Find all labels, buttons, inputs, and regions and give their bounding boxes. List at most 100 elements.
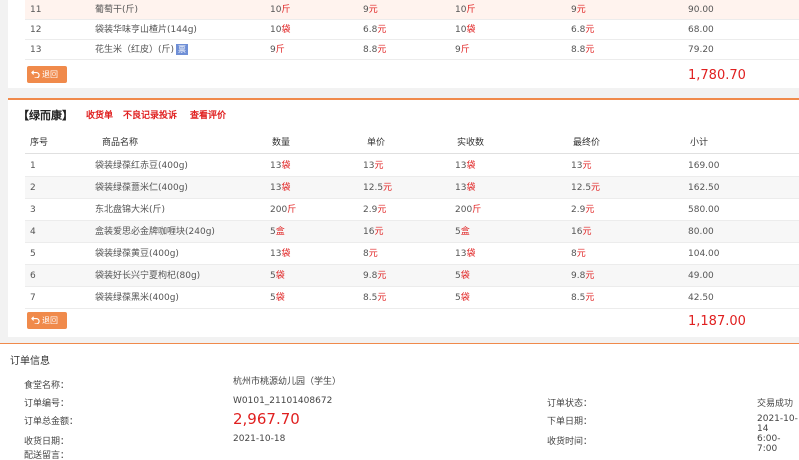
view-review-link[interactable]: 查看评价 [190,108,226,121]
row-subtotal: 90.00 [688,0,714,20]
row-final-unit: 元 [582,161,592,171]
order-date-label: 下单日期： [547,417,593,427]
row-final: 8元 [571,243,586,265]
row-name-value: 袋装绿葆薏米仁(400g) [95,183,188,193]
refund-button[interactable]: 退回 [27,312,67,329]
row-final: 9元 [571,0,586,20]
row-name-value: 花生米（红皮）(斤) [95,45,175,55]
row-subtotal: 162.50 [688,177,720,199]
row-final-unit: 元 [585,25,595,35]
header-qty: 数量 [272,138,291,148]
row-price-value: 12.5 [363,183,384,193]
row-no: 12 [30,20,41,40]
row-subtotal: 68.00 [688,20,714,40]
row-name-value: 袋装华味亨山楂片(144g) [95,25,197,35]
row-qty: 13袋 [270,155,290,177]
row-price: 2.9元 [363,199,386,221]
row-no-value: 1 [30,161,36,171]
row-final-value: 16 [571,227,583,237]
table-row: 12 袋装华味亨山楂片(144g) 10袋 6.8元 10袋 6.8元 68.00 [25,20,799,40]
row-qty-unit: 斤 [275,45,285,55]
table-row: 13 花生米（红皮）(斤) 票 9斤 8.8元 9斤 8.8元 79.20 [25,40,799,60]
recv-date-label: 收货日期： [24,437,70,447]
amount-value: 2,967.70 [233,410,300,428]
row-recv: 200斤 [455,199,481,221]
table-row: 6 袋装好长兴宁夏枸杞(80g) 5袋 9.8元 5袋 9.8元 49.00 [25,265,799,287]
row-subtotal-value: 90.00 [688,5,714,15]
row-qty: 13袋 [270,243,290,265]
row-qty-unit: 斤 [281,5,291,15]
row-qty-value: 200 [270,205,288,215]
row-recv-unit: 斤 [460,45,470,55]
row-recv-unit: 袋 [466,25,476,35]
row-price: 9元 [363,0,378,20]
row-recv: 10袋 [455,20,475,40]
row-name-value: 袋装绿葆红赤豆(400g) [95,161,188,171]
row-recv-value: 200 [455,205,473,215]
row-price-value: 2.9 [363,205,378,215]
row-final-value: 9.8 [571,271,586,281]
order-no-label: 订单编号： [24,399,70,409]
row-subtotal: 49.00 [688,265,714,287]
header-recv: 实收数 [457,138,485,148]
row-final-value: 12.5 [571,183,592,193]
row-name: 袋装华味亨山楂片(144g) [95,20,197,40]
complaint-link[interactable]: 不良记录投诉 [123,108,177,121]
row-final-value: 6.8 [571,25,586,35]
row-no: 3 [30,199,36,221]
row-name: 袋装绿葆黑米(400g) [95,287,179,309]
row-recv: 9斤 [455,40,470,60]
row-price-value: 6.8 [363,25,378,35]
row-final: 6.8元 [571,20,594,40]
row-no: 5 [30,243,36,265]
row-recv-value: 13 [455,249,467,259]
row-price-unit: 元 [368,249,378,259]
row-recv-value: 13 [455,161,467,171]
row-price: 8.8元 [363,40,386,60]
top-refund-button[interactable]: 退回 [27,66,67,83]
row-no: 11 [30,0,41,20]
table-row: 3 东北盘锦大米(斤) 200斤 2.9元 200斤 2.9元 580.00 [25,199,799,221]
row-name-value: 葡萄干(斤) [95,5,139,15]
row-recv-value: 10 [455,25,467,35]
row-final: 12.5元 [571,177,600,199]
row-subtotal-value: 42.50 [688,293,714,303]
row-price-unit: 元 [368,5,378,15]
row-name: 花生米（红皮）(斤) 票 [95,40,189,60]
row-recv-unit: 袋 [466,183,476,193]
row-price: 12.5元 [363,177,392,199]
recv-time-label: 收货时间： [547,437,593,447]
row-price-unit: 元 [377,271,387,281]
amount-label: 订单总金额： [24,417,79,427]
row-qty-value: 10 [270,5,282,15]
supplier-total: 1,187.00 [688,314,746,329]
row-subtotal-value: 49.00 [688,271,714,281]
row-price-value: 16 [363,227,375,237]
row-recv-unit: 斤 [472,205,482,215]
row-subtotal: 104.00 [688,243,720,265]
row-subtotal-value: 580.00 [688,205,720,215]
row-qty-unit: 袋 [281,25,291,35]
row-qty: 5袋 [270,265,285,287]
refund-label: 退回 [42,70,58,79]
row-qty: 9斤 [270,40,285,60]
row-final-unit: 元 [585,271,595,281]
row-recv-unit: 袋 [460,271,470,281]
row-price-unit: 元 [377,45,387,55]
top-total: 1,780.70 [688,68,746,83]
row-subtotal: 580.00 [688,199,720,221]
row-no: 6 [30,265,36,287]
row-price-value: 8.5 [363,293,378,303]
row-name: 东北盘锦大米(斤) [95,199,165,221]
row-subtotal: 169.00 [688,155,720,177]
row-price-unit: 元 [374,161,384,171]
row-recv: 5袋 [455,265,470,287]
row-subtotal: 79.20 [688,40,714,60]
row-subtotal-value: 162.50 [688,183,720,193]
receipt-link[interactable]: 收货单 [86,108,113,121]
row-recv: 13袋 [455,243,475,265]
row-price-unit: 元 [377,293,387,303]
row-recv-unit: 斤 [466,5,476,15]
row-recv: 13袋 [455,155,475,177]
invoice-badge: 票 [176,44,189,55]
